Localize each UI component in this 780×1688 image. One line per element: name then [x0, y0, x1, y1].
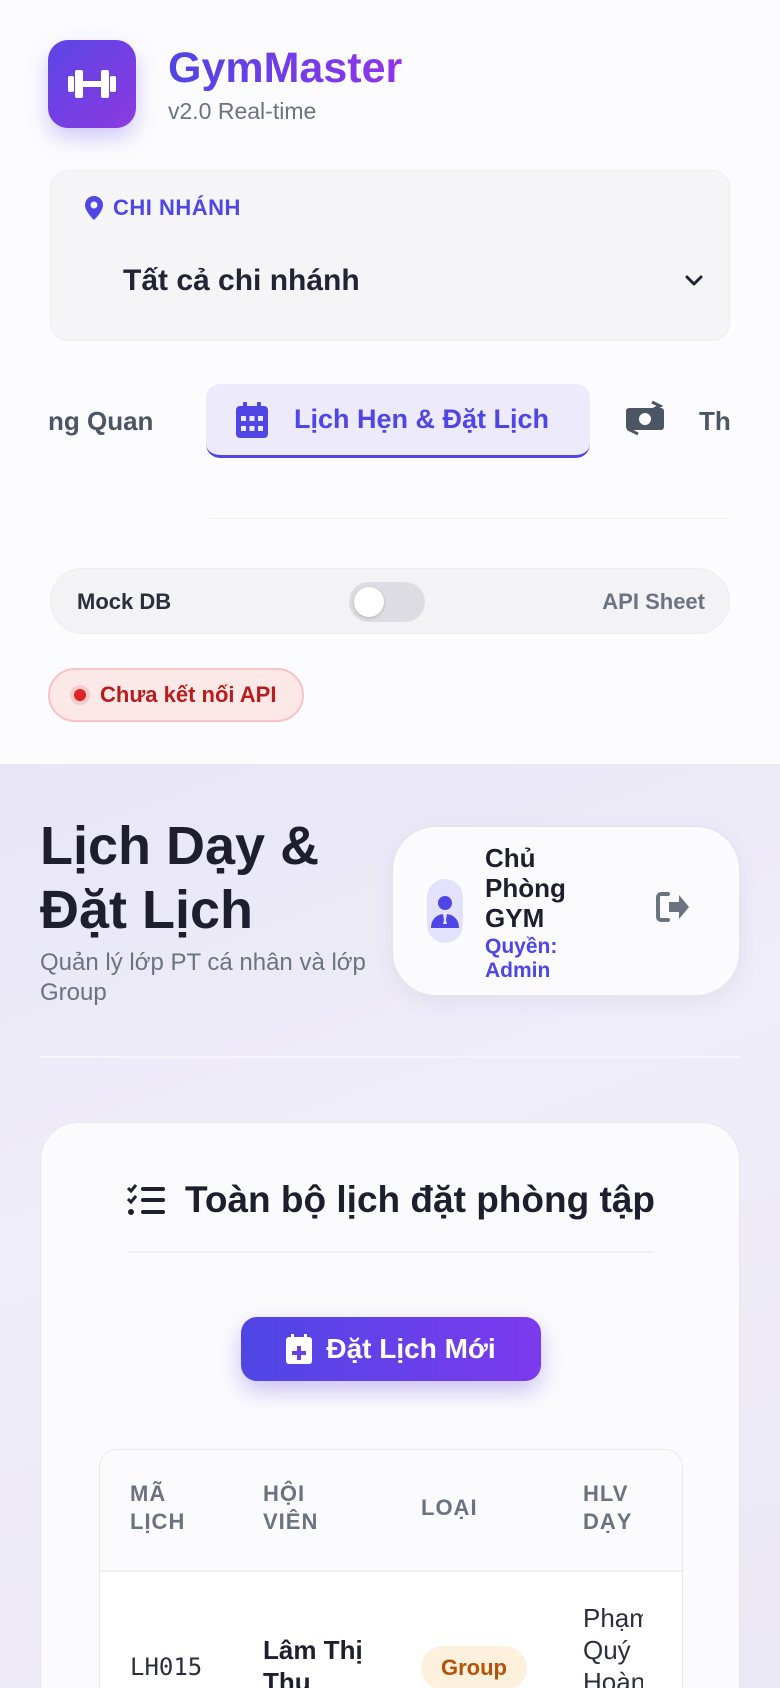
brand-name: GymMaster — [168, 44, 403, 92]
user-tie-icon — [431, 896, 459, 928]
branch-select-value: Tất cả chi nhánh — [123, 264, 360, 297]
nav-tabs: ng Quan Lịch Hẹn & Đặt Lịch Th — [0, 380, 780, 460]
type-badge: Group — [421, 1646, 527, 1688]
divider — [127, 1251, 653, 1253]
page-title: Lịch Dạy & Đặt Lịch — [40, 816, 320, 940]
tab-schedule[interactable]: Lịch Hẹn & Đặt Lịch — [206, 384, 590, 458]
db-mode-toggle: Mock DB API Sheet — [50, 568, 730, 634]
cell-member-name: Lâm Thị Thu — [263, 1635, 363, 1688]
calendar-plus-icon — [286, 1334, 313, 1364]
col-header-member: HỘI VIÊN — [263, 1481, 319, 1534]
divider — [40, 1056, 740, 1058]
section-header: Toàn bộ lịch đặt phòng tập — [127, 1179, 655, 1221]
calendar-icon — [236, 401, 268, 438]
branch-selector-card: CHI NHÁNH Tất cả chi nhánh — [50, 170, 730, 341]
avatar — [427, 879, 463, 943]
db-switch-knob — [354, 587, 384, 617]
section-title: Toàn bộ lịch đặt phòng tập — [185, 1179, 655, 1220]
sidebar: GymMaster v2.0 Real-time CHI NHÁNH Tất c… — [0, 0, 780, 764]
list-check-icon — [127, 1184, 165, 1215]
logout-icon — [656, 892, 689, 922]
logo — [48, 40, 136, 128]
divider — [210, 518, 730, 519]
col-header-type: LOẠI — [421, 1495, 478, 1520]
chevron-down-icon — [685, 275, 703, 286]
logout-button[interactable] — [655, 891, 691, 928]
user-card: Chủ Phòng GYM Quyền: Admin — [392, 826, 740, 996]
main-content: Lịch Dạy & Đặt Lịch Quản lý lớp PT cá nh… — [0, 764, 780, 1688]
col-header-id: MÃ LỊCH — [130, 1481, 186, 1534]
tab-payment[interactable]: Th — [699, 406, 731, 437]
connection-status-badge: Chưa kết nối API — [48, 668, 305, 722]
new-booking-label: Đặt Lịch Mới — [326, 1333, 496, 1364]
tab-schedule-label: Lịch Hẹn & Đặt Lịch — [294, 404, 550, 434]
connection-status-text: Chưa kết nối API — [100, 682, 277, 707]
dumbbell-icon — [68, 70, 116, 98]
user-role: Quyền: Admin — [485, 935, 558, 982]
col-header-coach: HLV DẠY — [583, 1481, 633, 1534]
branch-label: CHI NHÁNH — [85, 195, 241, 221]
db-switch[interactable] — [349, 582, 425, 622]
status-dot-icon — [74, 689, 86, 701]
tab-payment-icon-wrap[interactable] — [622, 400, 668, 441]
tab-overview[interactable]: ng Quan — [48, 406, 153, 437]
mock-db-label: Mock DB — [77, 589, 172, 614]
bookings-card: Toàn bộ lịch đặt phòng tập Đặt Lịch Mới … — [40, 1122, 740, 1688]
branch-select[interactable]: Tất cả chi nhánh — [123, 259, 703, 303]
cell-booking-id: LH015 — [130, 1653, 203, 1681]
map-pin-icon — [85, 196, 103, 220]
api-sheet-label: API Sheet — [602, 589, 705, 614]
page-subtitle: Quản lý lớp PT cá nhân và lớp Group — [40, 949, 366, 1006]
bookings-table: MÃ LỊCH HỘI VIÊN LOẠI HLV DẠY LH015 Lâm … — [99, 1449, 683, 1688]
money-exchange-icon — [626, 400, 664, 436]
cell-coach-name: Phạm Quý Hoàng — [583, 1603, 643, 1688]
user-name: Chủ Phòng GYM — [485, 843, 566, 933]
brand-version: v2.0 Real-time — [168, 98, 317, 124]
new-booking-button[interactable]: Đặt Lịch Mới — [241, 1317, 541, 1381]
table-header: MÃ LỊCH HỘI VIÊN LOẠI HLV DẠY — [100, 1450, 682, 1572]
branch-label-text: CHI NHÁNH — [113, 195, 241, 220]
